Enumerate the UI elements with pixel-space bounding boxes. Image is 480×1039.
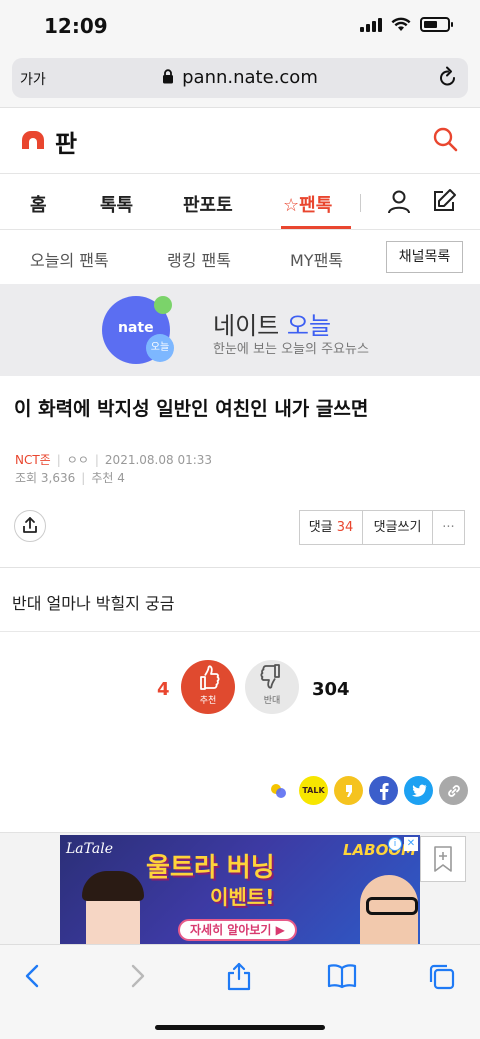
- site-logo-text[interactable]: 판: [55, 124, 77, 159]
- article-author[interactable]: NCT존: [15, 453, 51, 467]
- share-icon: [23, 517, 37, 533]
- article-meta-stats: 조회 3,636 | 추천 4: [15, 471, 125, 485]
- comment-action-group: 댓글 34 댓글쓰기 ···: [299, 510, 465, 545]
- ad-area: LaTale 울트라 버닝 이벤트! LABOOM 자세히 알아보기 ▶ i ✕: [0, 832, 480, 945]
- nav-panphoto[interactable]: 판포토: [183, 191, 233, 217]
- ad-person-right: [360, 875, 418, 945]
- tabs-icon[interactable]: [428, 963, 456, 991]
- thumbs-down-icon: [260, 664, 280, 689]
- nav-divider: [360, 194, 361, 212]
- comments-count: 34: [336, 520, 354, 535]
- lock-icon: [163, 69, 174, 84]
- banner-dot-decoration: [154, 296, 172, 314]
- site-header: 판: [0, 108, 480, 174]
- ad-game-logo: LaTale: [66, 841, 114, 857]
- link-icon[interactable]: [439, 776, 468, 805]
- banner-nate-logo: nate: [118, 320, 154, 336]
- url-display[interactable]: pann.nate.com: [12, 67, 468, 88]
- recommend-count: 4: [117, 471, 125, 485]
- banner-title-part1: 네이트: [213, 312, 287, 340]
- cellular-signal-icon: [360, 17, 382, 32]
- article-action-row: 댓글 34 댓글쓰기 ···: [0, 502, 480, 568]
- bookmark-button[interactable]: [420, 836, 466, 882]
- recommend-label: 추천: [199, 696, 217, 706]
- article-meta-author: NCT존 | ㅇㅇ | 2021.08.08 01:33: [15, 453, 213, 467]
- nav-toktok[interactable]: 톡톡: [100, 191, 133, 217]
- kakaostory-icon[interactable]: [334, 776, 363, 805]
- oppose-label: 반대: [263, 696, 281, 706]
- recommend-label: 추천: [91, 471, 114, 485]
- bookmark-add-icon: [434, 846, 452, 872]
- subnav-my-fantalk[interactable]: MY팬톡: [290, 247, 343, 271]
- facebook-icon[interactable]: [369, 776, 398, 805]
- sns-share-row: TALK: [264, 776, 468, 805]
- nav-home[interactable]: 홈: [30, 191, 47, 217]
- views-count: 3,636: [40, 471, 76, 485]
- status-bar: 12:09: [0, 0, 480, 52]
- reload-icon[interactable]: [438, 66, 458, 88]
- ad-headline: 울트라 버닝: [146, 853, 275, 883]
- more-button[interactable]: ···: [433, 511, 464, 544]
- banner-title: 네이트 오늘: [213, 306, 331, 341]
- user-icon[interactable]: [387, 189, 411, 215]
- ad-info-icon[interactable]: i: [388, 837, 402, 851]
- share-icon[interactable]: [226, 961, 252, 991]
- address-bar[interactable]: 가가 pann.nate.com: [12, 58, 468, 98]
- main-nav: 홈 톡톡 판포토 ☆팬톡: [0, 175, 480, 230]
- article-anon: ㅇㅇ: [66, 453, 89, 467]
- article-title: 이 화력에 박지성 일반인 여친인 내가 글쓰면: [14, 398, 369, 420]
- channel-list-button[interactable]: 채널목록: [386, 241, 463, 273]
- nate-logo-icon[interactable]: [22, 131, 44, 149]
- recommend-vote-count: 4: [157, 679, 170, 700]
- banner-today-badge: 오늘: [146, 334, 174, 362]
- battery-icon: [420, 17, 453, 32]
- ad-cta-button[interactable]: 자세히 알아보기 ▶: [178, 919, 297, 941]
- comments-label: 댓글: [308, 520, 333, 535]
- browser-address-area: 가가 pann.nate.com: [0, 52, 480, 108]
- oppose-vote-count: 304: [312, 679, 350, 700]
- bookmarks-icon[interactable]: [327, 963, 357, 989]
- sub-nav: 오늘의 팬톡 랭킹 팬톡 MY팬톡 채널목록: [0, 230, 480, 284]
- article-body: 반대 얼마나 박힐지 궁금: [0, 569, 480, 632]
- ad-banner[interactable]: LaTale 울트라 버닝 이벤트! LABOOM 자세히 알아보기 ▶ i ✕: [60, 835, 420, 945]
- ad-close-icon[interactable]: ✕: [404, 837, 418, 851]
- ad-person-left: [82, 871, 144, 945]
- comments-button[interactable]: 댓글 34: [300, 511, 363, 544]
- write-comment-button[interactable]: 댓글쓰기: [363, 511, 433, 544]
- views-label: 조회: [15, 471, 38, 485]
- status-icons: [360, 17, 453, 32]
- article-body-text: 반대 얼마나 박힐지 궁금: [12, 594, 175, 613]
- write-icon[interactable]: [431, 188, 457, 214]
- nav-active-indicator: [281, 226, 351, 229]
- share-button[interactable]: [14, 510, 46, 542]
- banner-description: 한눈에 보는 오늘의 주요뉴스: [213, 342, 369, 357]
- recommend-button[interactable]: 추천: [181, 660, 235, 714]
- oppose-button[interactable]: 반대: [245, 660, 299, 714]
- status-time: 12:09: [44, 14, 108, 38]
- browser-toolbar: [0, 944, 480, 1039]
- ad-subline: 이벤트!: [210, 885, 275, 909]
- banner-title-part2: 오늘: [286, 312, 332, 340]
- subnav-ranking-fantalk[interactable]: 랭킹 팬톡: [167, 247, 231, 271]
- subnav-today-fantalk[interactable]: 오늘의 팬톡: [30, 247, 109, 271]
- article-datetime: 2021.08.08 01:33: [104, 453, 213, 467]
- home-indicator: [155, 1025, 325, 1030]
- search-icon[interactable]: [432, 126, 458, 152]
- nav-fantalk[interactable]: ☆팬톡: [283, 191, 332, 217]
- url-text: pann.nate.com: [182, 67, 318, 88]
- forward-icon[interactable]: [126, 963, 148, 989]
- nate-share-icon[interactable]: [264, 776, 293, 805]
- back-icon[interactable]: [22, 963, 44, 989]
- nate-today-banner[interactable]: nate 오늘 네이트 오늘 한눈에 보는 오늘의 주요뉴스: [0, 284, 480, 376]
- kakaotalk-icon[interactable]: TALK: [299, 776, 328, 805]
- wifi-icon: [391, 17, 411, 31]
- twitter-icon[interactable]: [404, 776, 433, 805]
- thumbs-up-icon: [200, 665, 220, 690]
